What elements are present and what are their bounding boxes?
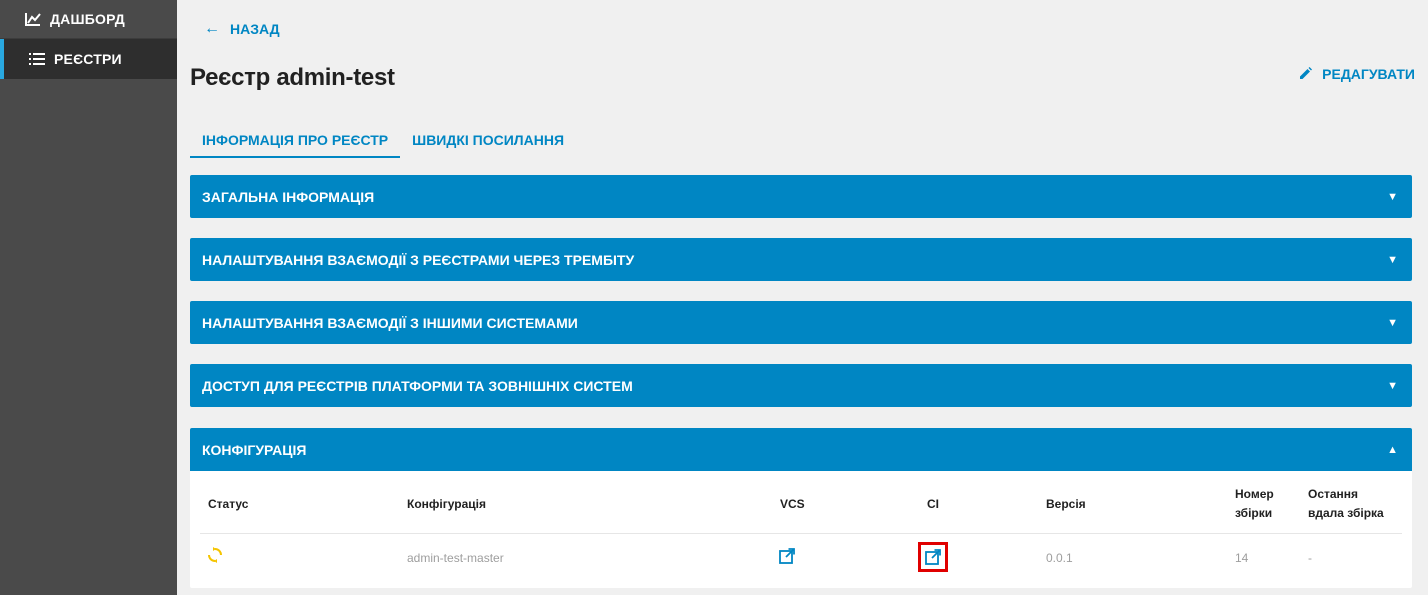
panel-access[interactable]: ДОСТУП ДЛЯ РЕЄСТРІВ ПЛАТФОРМИ ТА ЗОВНІШН…	[190, 364, 1412, 407]
header-build-number-line2: збірки	[1235, 506, 1273, 520]
back-link[interactable]: ← НАЗАД	[204, 20, 280, 38]
panel-title: КОНФІГУРАЦІЯ	[202, 441, 307, 458]
sidebar-item-registries[interactable]: РЕЄСТРИ	[0, 39, 177, 79]
chevron-up-icon: ▲	[1387, 443, 1398, 456]
edit-label: РЕДАГУВАТИ	[1322, 66, 1415, 82]
configuration-table: Статус Конфігурація VCS CI Версія Номер …	[190, 471, 1412, 588]
cell-build-number: 14	[1235, 551, 1249, 565]
header-last-successful-build: Остання вдала збірка	[1308, 485, 1384, 523]
header-ci: CI	[927, 497, 939, 511]
main-content: ← НАЗАД Реєстр admin-test РЕДАГУВАТИ ІНФ…	[177, 0, 1428, 595]
panel-title: НАЛАШТУВАННЯ ВЗАЄМОДІЇ З РЕЄСТРАМИ ЧЕРЕЗ…	[202, 251, 635, 268]
header-vcs: VCS	[780, 497, 805, 511]
cell-version: 0.0.1	[1046, 551, 1073, 565]
vcs-link-icon[interactable]	[779, 548, 799, 568]
header-last-ok-line2: вдала збірка	[1308, 506, 1384, 520]
chevron-down-icon: ▼	[1387, 253, 1398, 266]
panel-other-systems-settings[interactable]: НАЛАШТУВАННЯ ВЗАЄМОДІЇ З ІНШИМИ СИСТЕМАМ…	[190, 301, 1412, 344]
tabs: ІНФОРМАЦІЯ ПРО РЕЄСТР ШВИДКІ ПОСИЛАННЯ	[190, 128, 576, 158]
back-label: НАЗАД	[230, 21, 280, 37]
table-divider	[200, 533, 1402, 534]
panel-trembita-settings[interactable]: НАЛАШТУВАННЯ ВЗАЄМОДІЇ З РЕЄСТРАМИ ЧЕРЕЗ…	[190, 238, 1412, 281]
list-icon	[28, 50, 46, 68]
chevron-down-icon: ▼	[1387, 316, 1398, 329]
panel-title: ДОСТУП ДЛЯ РЕЄСТРІВ ПЛАТФОРМИ ТА ЗОВНІШН…	[202, 377, 633, 394]
panel-title: НАЛАШТУВАННЯ ВЗАЄМОДІЇ З ІНШИМИ СИСТЕМАМ…	[202, 314, 578, 331]
sidebar-item-dashboard[interactable]: ДАШБОРД	[0, 0, 177, 39]
sidebar-item-label: РЕЄСТРИ	[54, 51, 122, 67]
tab-registry-info[interactable]: ІНФОРМАЦІЯ ПРО РЕЄСТР	[190, 128, 401, 158]
sidebar-item-label: ДАШБОРД	[50, 11, 125, 27]
tab-quick-links[interactable]: ШВИДКІ ПОСИЛАННЯ	[400, 128, 576, 158]
header-build-number: Номер збірки	[1235, 485, 1274, 523]
sync-icon	[207, 547, 227, 567]
ci-link-icon[interactable]	[925, 549, 945, 569]
panel-general-info[interactable]: ЗАГАЛЬНА ІНФОРМАЦІЯ ▼	[190, 175, 1412, 218]
cell-configuration: admin-test-master	[407, 551, 504, 565]
edit-button[interactable]: РЕДАГУВАТИ	[1300, 66, 1415, 82]
header-status: Статус	[208, 497, 249, 511]
header-version: Версія	[1046, 497, 1086, 511]
arrow-left-icon: ←	[204, 20, 220, 37]
header-configuration: Конфігурація	[407, 497, 486, 511]
page-title: Реєстр admin-test	[190, 64, 395, 91]
chevron-down-icon: ▼	[1387, 379, 1398, 392]
header-build-number-line1: Номер	[1235, 487, 1274, 501]
chart-icon	[24, 10, 42, 28]
panel-configuration[interactable]: КОНФІГУРАЦІЯ ▲	[190, 428, 1412, 471]
cell-last-successful-build: -	[1308, 551, 1312, 565]
sidebar: ДАШБОРД РЕЄСТРИ	[0, 0, 177, 595]
panel-title: ЗАГАЛЬНА ІНФОРМАЦІЯ	[202, 188, 375, 205]
pencil-icon	[1300, 66, 1313, 82]
header-last-ok-line1: Остання	[1308, 487, 1359, 501]
chevron-down-icon: ▼	[1387, 190, 1398, 203]
